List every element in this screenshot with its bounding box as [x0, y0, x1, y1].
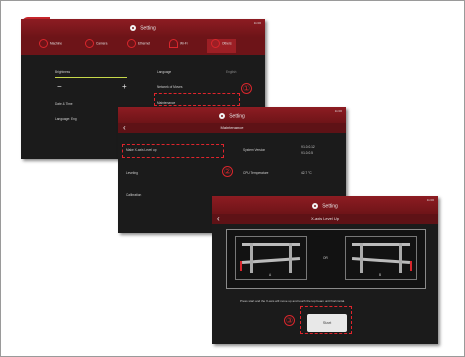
- column-left: [360, 243, 363, 273]
- leveling-diagram: A OR B: [226, 229, 426, 289]
- language-row-value: English: [226, 70, 237, 74]
- column-right: [289, 243, 292, 273]
- subtitle-bar: ‹ X-axis Level Up: [212, 214, 438, 224]
- diagram-pane-b: B: [345, 236, 417, 280]
- version-value-1: V1.0.0.12: [301, 145, 315, 149]
- column-right: [399, 243, 402, 273]
- status-time: 11:00: [334, 109, 342, 113]
- tab-label: Camera: [96, 41, 108, 46]
- subtitle-bar: ‹ Maintenance: [118, 123, 346, 133]
- diagram-pane-a: A: [235, 236, 307, 280]
- version-value-2: V1.0.0.5: [301, 151, 313, 155]
- screen-title: Setting: [322, 203, 338, 210]
- level-up-highlight: [122, 144, 224, 158]
- cpu-temp-value: 42.7 °C: [301, 171, 312, 175]
- tab-label: Others: [222, 41, 232, 46]
- system-version-label: System Version: [243, 148, 266, 152]
- network-row[interactable]: Network of Moves: [157, 85, 183, 89]
- tab-wifi[interactable]: Wi-Fi: [169, 39, 187, 53]
- up-arrow-icon: [410, 261, 412, 271]
- tab-machine[interactable]: Machine: [39, 39, 62, 53]
- gear-icon: [130, 25, 137, 31]
- cpu-temp-label: CPU Temperature: [243, 171, 269, 175]
- title-bar: Setting 11:00: [21, 19, 265, 37]
- tab-camera[interactable]: Camera: [85, 39, 107, 53]
- camera-icon: [85, 39, 94, 48]
- tab-bar: Machine Camera Ethernet Wi-Fi Others: [21, 37, 265, 55]
- tab-others[interactable]: Others: [207, 39, 236, 53]
- screen-subtitle: Maintenance: [220, 125, 244, 130]
- language-item[interactable]: Language: Eng: [55, 117, 77, 121]
- calibration-item[interactable]: Calibration: [126, 193, 141, 197]
- column-left: [250, 243, 253, 273]
- ethernet-icon: [127, 39, 136, 48]
- brightness-label: Brightness: [55, 70, 71, 74]
- status-time: 11:00: [253, 21, 261, 25]
- machine-icon: [39, 39, 48, 48]
- minus-icon[interactable]: −: [57, 82, 62, 91]
- gear-icon: [312, 203, 319, 209]
- screen-title: Setting: [229, 113, 245, 120]
- language-row-label[interactable]: Language: [157, 70, 171, 74]
- callout-2: ②: [222, 166, 233, 177]
- date-time-item[interactable]: Date & Time: [55, 102, 73, 106]
- tab-label: Machine: [50, 41, 63, 46]
- callout-1: ①: [241, 83, 252, 94]
- tab-label: Ethernet: [138, 41, 151, 46]
- gear-icon: [219, 113, 226, 119]
- up-arrow-icon: [240, 261, 242, 271]
- back-arrow-icon[interactable]: ‹: [123, 123, 126, 133]
- diagram-caption-a: A: [269, 273, 272, 277]
- title-bar: Setting 11:00: [212, 196, 438, 214]
- tab-label: Wi-Fi: [180, 41, 188, 46]
- instruction-text: Press start and the X-axis will move up …: [240, 299, 346, 303]
- plus-icon[interactable]: +: [122, 82, 127, 91]
- brightness-fill: [55, 76, 127, 78]
- diagram-caption-b: B: [379, 273, 382, 277]
- tab-ethernet[interactable]: Ethernet: [127, 39, 150, 53]
- screen-subtitle: X-axis Level Up: [310, 216, 339, 221]
- wifi-icon: [169, 39, 178, 48]
- others-icon: [211, 39, 220, 48]
- back-arrow-icon[interactable]: ‹: [217, 214, 220, 224]
- status-time: 11:00: [426, 198, 434, 202]
- maintenance-highlight: [154, 93, 240, 106]
- callout-3: ③: [284, 315, 295, 326]
- title-bar: Setting 11:00: [118, 107, 346, 123]
- leveling-item[interactable]: Leveling: [126, 171, 138, 175]
- diagram-or: OR: [323, 256, 328, 260]
- screen-title: Setting: [140, 25, 156, 32]
- start-highlight: [300, 306, 352, 334]
